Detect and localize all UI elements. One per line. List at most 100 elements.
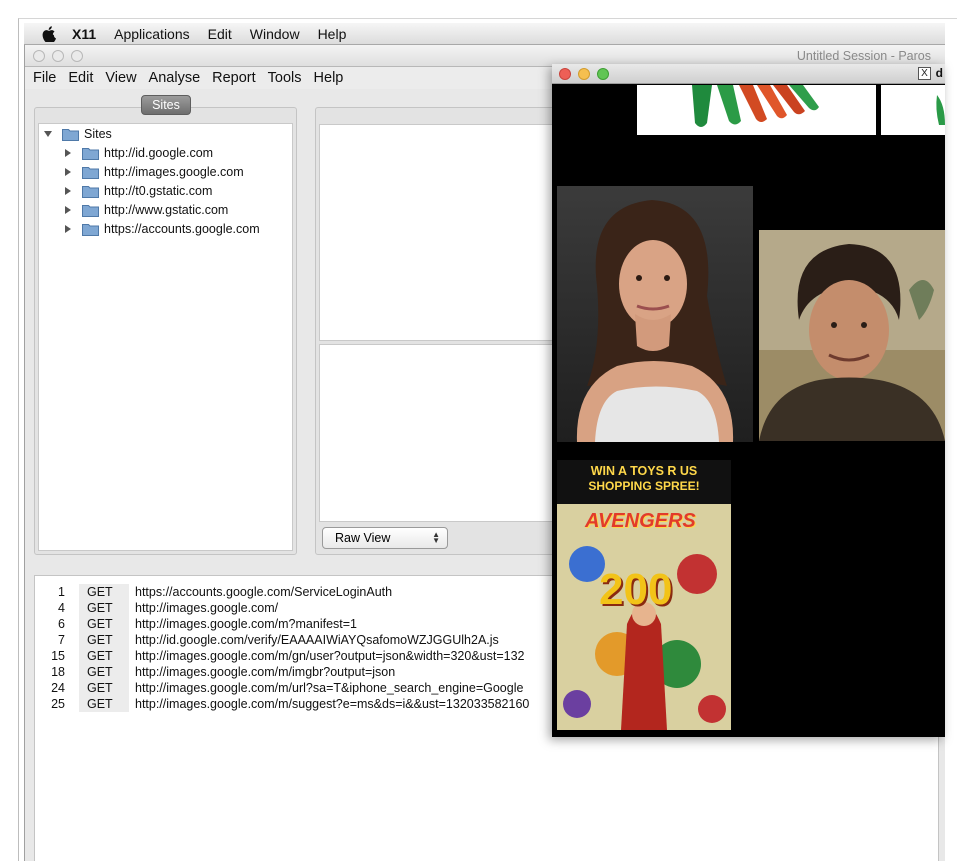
collapsed-triangle-icon[interactable] bbox=[63, 148, 73, 158]
apple-icon[interactable] bbox=[42, 25, 56, 42]
history-id: 15 bbox=[51, 649, 65, 663]
tree-item-label: https://accounts.google.com bbox=[104, 222, 260, 236]
folder-icon bbox=[82, 185, 99, 198]
menu-file[interactable]: File bbox=[33, 70, 56, 86]
comic-issue-number: 200 bbox=[599, 565, 673, 614]
folder-icon bbox=[62, 128, 79, 141]
screen: X11 Applications Edit Window Help Untitl… bbox=[0, 0, 957, 861]
window-title: Untitled Session - Paros bbox=[796, 49, 931, 63]
request-response-panel: Raw View ▲ ▼ bbox=[315, 107, 555, 555]
close-button[interactable] bbox=[559, 68, 571, 80]
history-id: 4 bbox=[58, 601, 65, 615]
view-select[interactable]: Raw View ▲ ▼ bbox=[322, 527, 448, 549]
collapsed-triangle-icon[interactable] bbox=[63, 167, 73, 177]
history-id: 7 bbox=[58, 633, 65, 647]
tab-sites[interactable]: Sites bbox=[141, 95, 191, 115]
folder-icon bbox=[82, 204, 99, 217]
zoom-button[interactable] bbox=[597, 68, 609, 80]
history-id: 18 bbox=[51, 665, 65, 679]
tree-item[interactable]: http://id.google.com bbox=[63, 144, 213, 162]
woman-portrait-image[interactable] bbox=[557, 186, 753, 442]
history-method: GET bbox=[79, 584, 129, 600]
history-url: http://images.google.com/ bbox=[135, 601, 279, 615]
history-row[interactable]: 25 GET http://images.google.com/m/suggest?… bbox=[39, 696, 539, 712]
select-arrows-icon: ▲ ▼ bbox=[432, 530, 440, 545]
collapsed-triangle-icon[interactable] bbox=[63, 205, 73, 215]
sites-panel: Sites Sites http://id.google.com http://… bbox=[34, 95, 297, 555]
tree-item-label: http://id.google.com bbox=[104, 146, 214, 160]
tree-item[interactable]: http://t0.gstatic.com bbox=[63, 182, 212, 200]
history-method: GET bbox=[79, 648, 129, 664]
menu-view[interactable]: View bbox=[105, 70, 136, 86]
menu-applications[interactable]: Applications bbox=[114, 26, 190, 42]
response-text-area[interactable] bbox=[319, 344, 553, 522]
history-method: GET bbox=[79, 696, 129, 712]
history-row[interactable]: 7 GET http://id.google.com/verify/EAAAAIWi… bbox=[39, 632, 539, 648]
history-row[interactable]: 15 GET http://images.google.com/m/gn/user?… bbox=[39, 648, 539, 664]
comic-banner-line-2: SHOPPING SPREE! bbox=[588, 479, 700, 493]
collapsed-triangle-icon[interactable] bbox=[63, 224, 73, 234]
tree-item[interactable]: https://accounts.google.com bbox=[63, 220, 260, 238]
history-id: 24 bbox=[51, 681, 65, 695]
zoom-button[interactable] bbox=[71, 50, 83, 62]
request-text-area[interactable] bbox=[319, 124, 553, 341]
menu-help[interactable]: Help bbox=[314, 70, 344, 86]
history-list: 1 GET https://accounts.google.com/ServiceL… bbox=[39, 584, 539, 712]
menu-x11[interactable]: X11 bbox=[72, 26, 96, 42]
history-url: http://images.google.com/m/imgbr?output=… bbox=[135, 665, 396, 679]
close-button[interactable] bbox=[33, 50, 45, 62]
history-row[interactable]: 1 GET https://accounts.google.com/ServiceL… bbox=[39, 584, 539, 600]
sites-tree[interactable]: Sites http://id.google.com http://images… bbox=[38, 123, 293, 551]
menu-analyse[interactable]: Analyse bbox=[149, 70, 201, 86]
history-id: 1 bbox=[58, 585, 65, 599]
menu-help[interactable]: Help bbox=[318, 26, 347, 42]
history-url: http://images.google.com/m/gn/user?outpu… bbox=[135, 649, 525, 663]
folder-icon bbox=[82, 223, 99, 236]
collapsed-triangle-icon[interactable] bbox=[63, 186, 73, 196]
history-method: GET bbox=[79, 664, 129, 680]
x11-logo-icon: X bbox=[918, 67, 931, 80]
x11-window-title: d bbox=[935, 66, 943, 80]
history-row[interactable]: 6 GET http://images.google.com/m?manifest=… bbox=[39, 616, 539, 632]
tree-item[interactable]: http://www.gstatic.com bbox=[63, 201, 228, 219]
history-row[interactable]: 24 GET http://images.google.com/m/url?sa=T… bbox=[39, 680, 539, 696]
tree-root-label: Sites bbox=[84, 127, 112, 141]
tree-root[interactable]: Sites bbox=[43, 125, 112, 143]
history-row[interactable]: 18 GET http://images.google.com/m/imgbr?ou… bbox=[39, 664, 539, 680]
minimize-button[interactable] bbox=[52, 50, 64, 62]
history-method: GET bbox=[79, 632, 129, 648]
history-url: http://images.google.com/m/suggest?e=ms&… bbox=[135, 697, 530, 711]
history-url: http://id.google.com/verify/EAAAAIWiAYQs… bbox=[135, 633, 499, 647]
comic-banner: WIN A TOYS R US SHOPPING SPREE! bbox=[557, 460, 731, 504]
menu-tools[interactable]: Tools bbox=[268, 70, 302, 86]
view-select-label: Raw View bbox=[335, 531, 391, 545]
tree-item[interactable]: http://images.google.com bbox=[63, 163, 244, 181]
history-id: 25 bbox=[51, 697, 65, 711]
green-toy-image[interactable] bbox=[637, 85, 876, 135]
history-url: https://accounts.google.com/ServiceLogin… bbox=[135, 585, 393, 599]
history-method: GET bbox=[79, 600, 129, 616]
history-url: http://images.google.com/m?manifest=1 bbox=[135, 617, 357, 631]
menu-edit[interactable]: Edit bbox=[208, 26, 232, 42]
minimize-button[interactable] bbox=[578, 68, 590, 80]
man-portrait-image[interactable] bbox=[759, 230, 945, 441]
history-id: 6 bbox=[58, 617, 65, 631]
expanded-triangle-icon[interactable] bbox=[43, 129, 53, 139]
green-toy-image-2[interactable] bbox=[881, 85, 945, 135]
history-method: GET bbox=[79, 616, 129, 632]
image-grid: WIN A TOYS R US SHOPPING SPREE! AVENGERS… bbox=[552, 85, 945, 737]
tree-item-label: http://t0.gstatic.com bbox=[104, 184, 213, 198]
history-method: GET bbox=[79, 680, 129, 696]
menu-report[interactable]: Report bbox=[212, 70, 256, 86]
x11-browser-window: X d WIN A TOYS R US SHOPPING SPREE! AVEN… bbox=[552, 64, 945, 737]
comic-cover-image[interactable]: WIN A TOYS R US SHOPPING SPREE! AVENGERS… bbox=[557, 460, 731, 730]
folder-icon bbox=[82, 147, 99, 160]
menu-edit[interactable]: Edit bbox=[68, 70, 93, 86]
comic-art bbox=[557, 504, 731, 730]
tree-item-label: http://www.gstatic.com bbox=[104, 203, 229, 217]
x11-titlebar[interactable]: X d bbox=[552, 64, 945, 84]
comic-banner-line-1: WIN A TOYS R US bbox=[590, 464, 698, 478]
history-row[interactable]: 4 GET http://images.google.com/ bbox=[39, 600, 539, 616]
folder-icon bbox=[82, 166, 99, 179]
menu-window[interactable]: Window bbox=[250, 26, 300, 42]
